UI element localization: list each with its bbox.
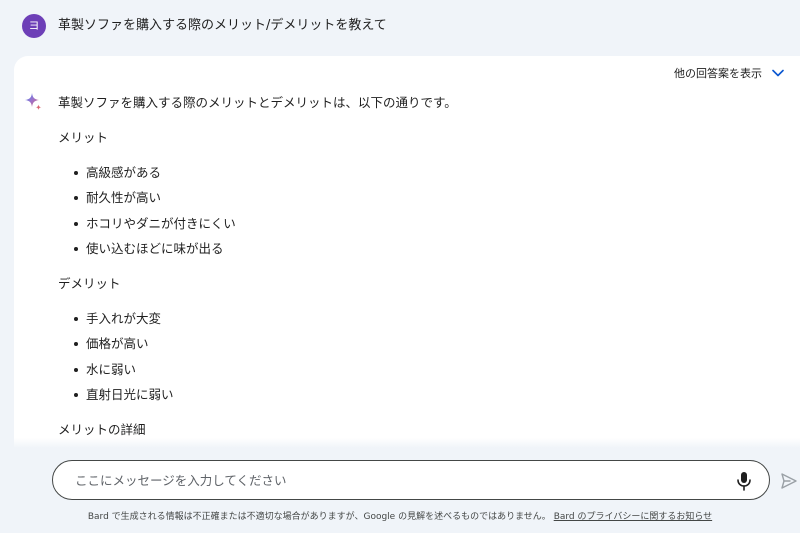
list-item: ホコリやダニが付きにくい [74,215,778,240]
list-item: 耐久性が高い [74,189,778,214]
privacy-link[interactable]: Bard のプライバシーに関するお知らせ [554,512,712,522]
list-item: 高級感がある [74,164,778,189]
user-prompt-text: 革製ソファを購入する際のメリット/デメリットを教えて [58,18,387,33]
answer-body: 革製ソファを購入する際のメリットとデメリットは、以下の通りです。 メリット 高級… [58,94,778,439]
merit-list: 高級感がある 耐久性が高い ホコリやダニが付きにくい 使い込むほどに味が出る [58,164,778,265]
demerit-heading: デメリット [58,276,121,292]
microphone-icon[interactable] [735,471,753,491]
user-prompt-row: ヨ 革製ソファを購入する際のメリット/デメリットを教えて [0,0,800,54]
user-avatar[interactable]: ヨ [22,14,46,38]
list-item: 価格が高い [74,335,778,360]
chevron-down-icon [772,69,784,77]
response-card: 他の回答案を表示 革製ソファを購入する際のメリットとデメリットは、以下の通りです… [14,56,800,448]
sparkle-icon [25,93,42,111]
answer-intro: 革製ソファを購入する際のメリットとデメリットは、以下の通りです。 [58,95,457,110]
merit-detail-heading: メリットの詳細 [58,422,146,438]
list-item: 使い込むほどに味が出る [74,240,778,265]
message-input[interactable] [75,470,715,490]
list-item: 水に弱い [74,361,778,386]
bard-chat-page: ヨ 革製ソファを購入する際のメリット/デメリットを教えて 他の回答案を表示 革製… [0,0,800,533]
scroll-fade [14,438,800,448]
disclaimer-text: Bard で生成される情報は不正確または不適切な場合がありますが、Google … [87,512,551,522]
show-drafts-label: 他の回答案を表示 [674,67,762,80]
list-item: 手入れが大変 [74,310,778,335]
footer-disclaimer: Bard で生成される情報は不正確または不適切な場合がありますが、Google … [0,511,800,523]
message-input-box[interactable] [52,460,770,500]
show-drafts-button[interactable]: 他の回答案を表示 [674,65,784,81]
send-icon[interactable] [780,472,798,490]
list-item: 直射日光に弱い [74,386,778,411]
demerit-list: 手入れが大変 価格が高い 水に弱い 直射日光に弱い [58,310,778,411]
merit-heading: メリット [58,130,109,145]
